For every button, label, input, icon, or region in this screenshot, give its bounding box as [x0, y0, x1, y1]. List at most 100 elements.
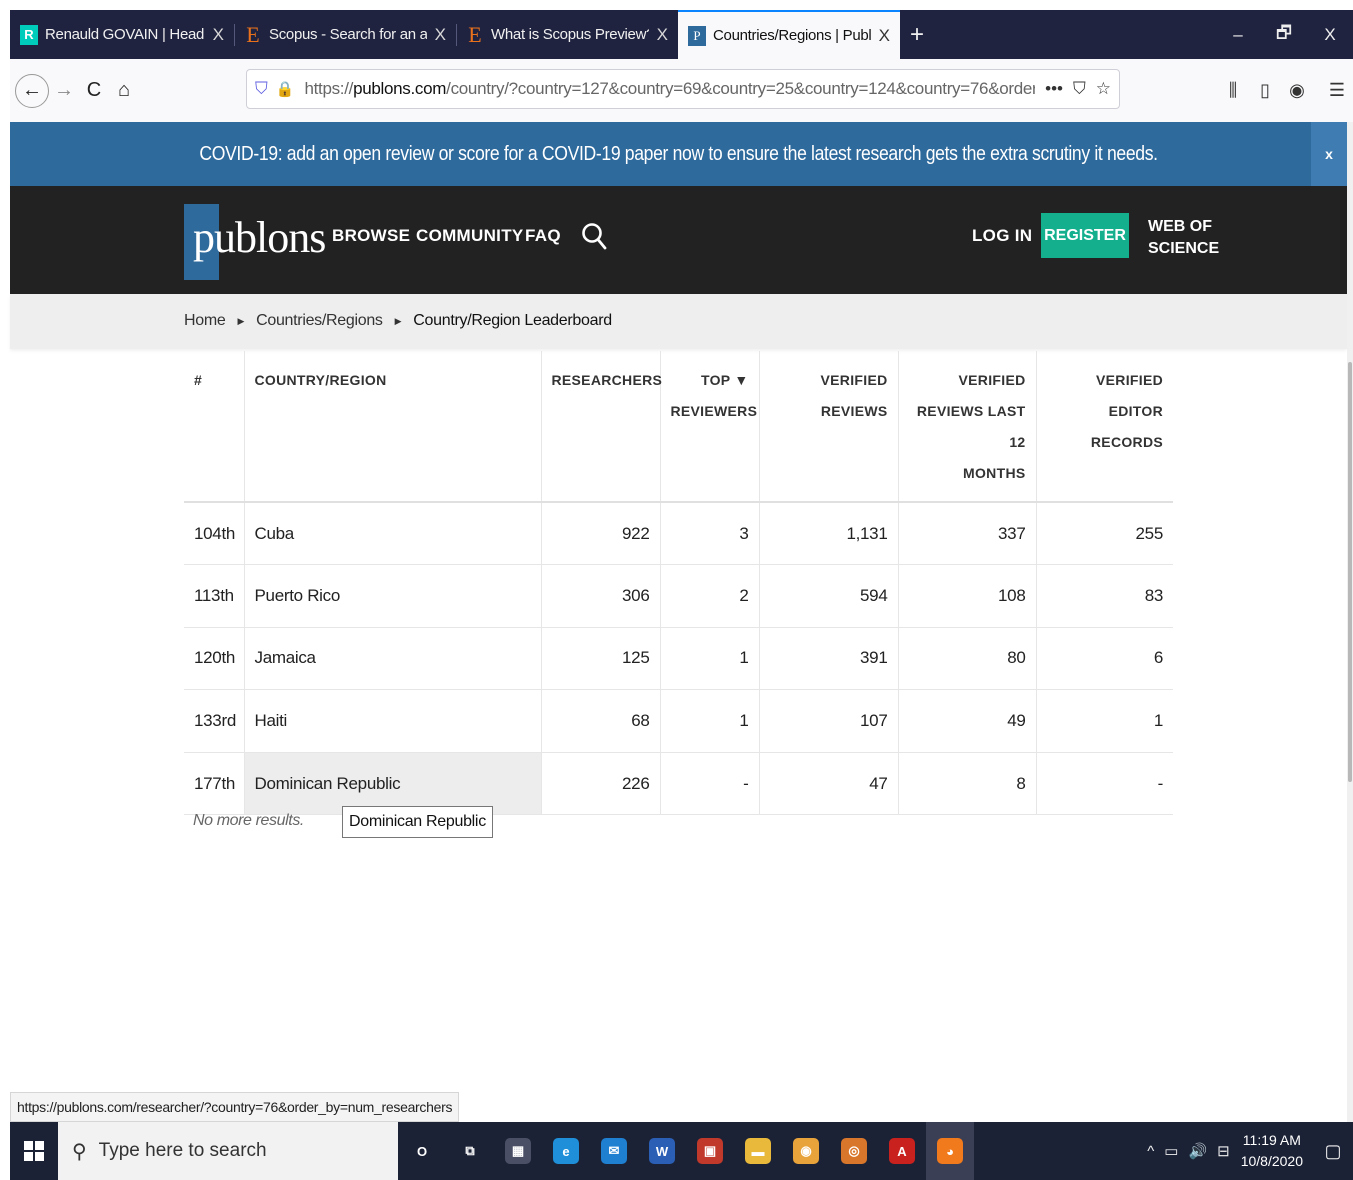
network-icon[interactable]: ▭ — [1164, 1142, 1178, 1160]
taskbar-app-word[interactable]: W — [638, 1122, 686, 1180]
header-verified-editor-records[interactable]: VERIFIED EDITOR RECORDS — [1036, 351, 1173, 503]
header-verified-reviews[interactable]: VERIFIED REVIEWS — [759, 351, 899, 503]
tab-scopus-search[interactable]: E Scopus - Search for an author p X — [234, 10, 456, 59]
sidebar-icon[interactable]: ▯ — [1249, 80, 1281, 101]
table-row: 104th Cuba 922 3 1,131 337 255 — [184, 502, 1173, 566]
forward-button[interactable]: → — [49, 76, 79, 106]
caret-right-icon: ▶ — [237, 315, 245, 326]
last12-cell: 108 — [898, 564, 1037, 628]
close-tab-icon[interactable]: X — [213, 25, 224, 45]
mail-icon: ✉ — [601, 1138, 627, 1164]
covid-banner-close-button[interactable]: x — [1311, 122, 1347, 186]
breadcrumb-bar: Home ▶ Countries/Regions ▶ Country/Regio… — [10, 294, 1347, 349]
hover-tooltip: Dominican Republic — [342, 806, 493, 838]
taskbar-app-chrome[interactable]: ◉ — [782, 1122, 830, 1180]
bookmark-star-icon[interactable]: ☆ — [1096, 79, 1111, 99]
input-indicator-icon[interactable]: ⊟ — [1217, 1142, 1230, 1160]
taskbar-app-task-view[interactable]: ⧉ — [446, 1122, 494, 1180]
url-path: /country/?country=127&country=69&country… — [446, 79, 1036, 98]
rank-cell: 120th — [184, 627, 245, 691]
country-link[interactable]: Jamaica — [244, 627, 542, 691]
rank-cell: 104th — [184, 502, 245, 566]
taskbar-app-media[interactable]: ◎ — [830, 1122, 878, 1180]
new-tab-button[interactable]: + — [910, 21, 924, 49]
breadcrumb: Home ▶ Countries/Regions ▶ Country/Regio… — [184, 312, 612, 330]
url-text[interactable]: https://publons.com/country/?country=127… — [304, 79, 1035, 99]
close-tab-icon[interactable]: X — [879, 26, 890, 46]
home-button[interactable]: ⌂ — [109, 76, 139, 106]
country-link[interactable]: Haiti — [244, 689, 542, 753]
windows-taskbar: ⚲ Type here to search O ⧉ ▦ e ✉ W ▣ ▬ ◉ ◎ A ◕ ^ ▭ 🔊… — [10, 1122, 1353, 1180]
nav-browse[interactable]: BROWSE — [332, 226, 410, 246]
taskbar-app-edge[interactable]: e — [542, 1122, 590, 1180]
top-reviewers-cell: - — [660, 752, 760, 816]
top-reviewers-cell: 3 — [660, 502, 760, 566]
taskbar-app-firefox[interactable]: ◕ — [926, 1122, 974, 1180]
lock-icon[interactable]: 🔒 — [276, 80, 295, 98]
address-bar[interactable]: ⛉ 🔒 https://publons.com/country/?country… — [246, 69, 1120, 109]
taskbar-app-explorer[interactable]: ▬ — [734, 1122, 782, 1180]
tab-publons-countries[interactable]: P Countries/Regions | Publons X — [678, 10, 900, 59]
account-icon[interactable]: ◉ — [1281, 80, 1313, 101]
scrollbar-thumb[interactable] — [1348, 362, 1352, 782]
taskbar-app-store[interactable]: ▦ — [494, 1122, 542, 1180]
pocket-icon[interactable]: ⛉ — [1073, 79, 1086, 99]
tab-renauld-govain[interactable]: R Renauld GOVAIN | Head of Fac X — [10, 10, 234, 59]
researchers-link[interactable]: 306 — [541, 564, 661, 628]
verified-reviews-cell: 594 — [759, 564, 899, 628]
start-button[interactable] — [10, 1141, 58, 1161]
login-link[interactable]: LOG IN — [972, 226, 1032, 246]
nav-community[interactable]: COMMUNITY — [416, 226, 524, 246]
header-researchers[interactable]: RESEARCHERS — [541, 351, 662, 503]
header-top-reviewers[interactable]: TOP ▼ REVIEWERS — [660, 351, 760, 503]
volume-icon[interactable]: 🔊 — [1188, 1142, 1207, 1160]
header-top-reviewers-line-2: REVIEWERS — [670, 403, 758, 419]
close-tab-icon[interactable]: X — [657, 25, 668, 45]
breadcrumb-home[interactable]: Home — [184, 312, 226, 330]
web-of-science-link[interactable]: WEB OF SCIENCE — [1148, 216, 1219, 260]
word-icon: W — [649, 1138, 675, 1164]
close-tab-icon[interactable]: X — [435, 25, 446, 45]
rank-cell: 177th — [184, 752, 245, 816]
back-button[interactable]: ← — [15, 73, 49, 108]
taskbar-search-box[interactable]: ⚲ Type here to search — [58, 1122, 398, 1180]
nav-faq[interactable]: FAQ — [525, 226, 561, 246]
taskbar-app-acrobat[interactable]: A — [878, 1122, 926, 1180]
country-link[interactable]: Cuba — [244, 502, 542, 566]
header-verified-reviews-line-2: REVIEWS — [820, 403, 888, 419]
minimize-button[interactable]: – — [1215, 10, 1261, 59]
library-icon[interactable]: ⫼ — [1217, 80, 1249, 101]
taskbar-app-tv[interactable]: ▣ — [686, 1122, 734, 1180]
system-tray: ^ ▭ 🔊 ⊟ 11:19 AM 10/8/2020 ▢ — [1142, 1122, 1353, 1180]
clock[interactable]: 11:19 AM 10/8/2020 — [1241, 1130, 1303, 1172]
covid-banner-text[interactable]: COVID-19: add an open review or score fo… — [199, 143, 1158, 166]
researchers-link[interactable]: 68 — [541, 689, 661, 753]
action-center-icon[interactable]: ▢ — [1313, 1141, 1353, 1162]
hamburger-menu-icon[interactable]: ☰ — [1321, 80, 1353, 101]
caret-right-icon: ▶ — [394, 315, 402, 326]
taskbar-app-cortana[interactable]: O — [398, 1122, 446, 1180]
taskbar-app-mail[interactable]: ✉ — [590, 1122, 638, 1180]
country-link[interactable]: Puerto Rico — [244, 564, 542, 628]
restore-button[interactable]: 🗗 — [1261, 10, 1307, 59]
register-button[interactable]: REGISTER — [1041, 213, 1129, 258]
researchers-link[interactable]: 226 — [541, 752, 661, 816]
close-window-button[interactable]: X — [1307, 10, 1353, 59]
header-verified-reviews-last-12-months[interactable]: VERIFIED REVIEWS LAST 12 MONTHS — [898, 351, 1037, 503]
researchers-link[interactable]: 125 — [541, 627, 661, 691]
page-actions-more-icon[interactable]: ••• — [1045, 79, 1063, 99]
breadcrumb-countries-regions[interactable]: Countries/Regions — [256, 312, 383, 330]
header-country[interactable]: COUNTRY/REGION — [244, 351, 542, 503]
table-row: 120th Jamaica 125 1 391 80 6 — [184, 627, 1173, 691]
researchers-link[interactable]: 922 — [541, 502, 661, 566]
tracking-protection-shield-icon[interactable]: ⛉ — [255, 79, 268, 99]
top-reviewers-cell: 1 — [660, 627, 760, 691]
search-icon[interactable] — [580, 218, 608, 254]
page-scrollbar[interactable] — [1347, 122, 1353, 1122]
publons-logo[interactable]: publons — [183, 200, 326, 280]
tab-scopus-preview[interactable]: E What is Scopus Preview? - Scop X — [456, 10, 678, 59]
show-hidden-icons-icon[interactable]: ^ — [1147, 1143, 1154, 1160]
clock-time: 11:19 AM — [1242, 1132, 1301, 1148]
header-editor-line-2: RECORDS — [1090, 434, 1163, 450]
reload-button[interactable]: C — [79, 76, 109, 106]
